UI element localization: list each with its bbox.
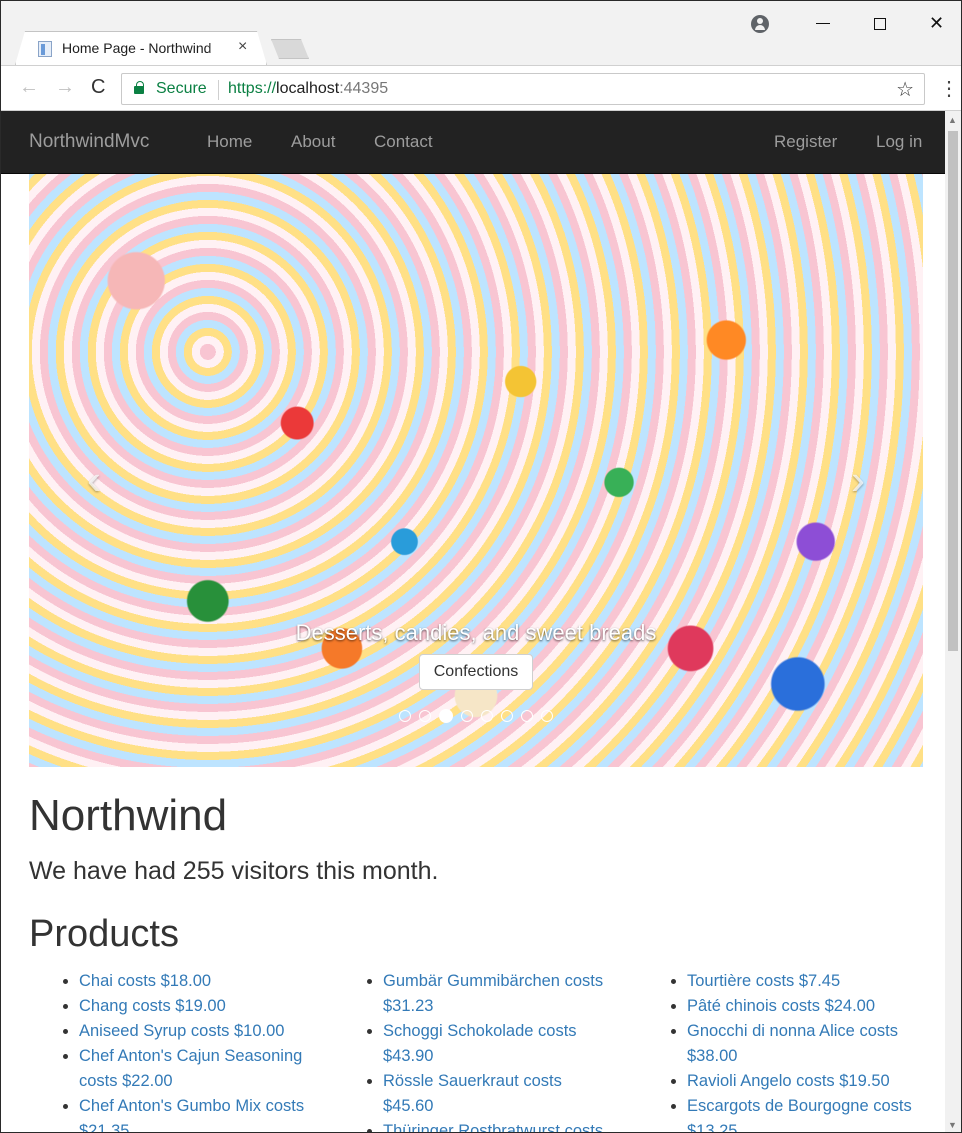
lock-icon	[134, 81, 144, 94]
list-item[interactable]: Chai costs $18.00	[79, 969, 309, 994]
forward-icon[interactable]: →	[55, 76, 75, 99]
scroll-down-icon[interactable]: ▼	[948, 1120, 957, 1130]
browser-toolbar: ← → C Secure https://localhost:44395 ☆ ⋮	[1, 65, 961, 111]
products-heading: Products	[29, 913, 179, 955]
carousel-caption: Desserts, candies, and sweet breads Conf…	[29, 620, 923, 690]
carousel-category-button[interactable]: Confections	[418, 654, 534, 690]
browser-menu-icon[interactable]: ⋮	[939, 76, 959, 101]
nav-register[interactable]: Register	[774, 132, 837, 152]
list-item[interactable]: Gnocchi di nonna Alice costs $38.00	[687, 1019, 917, 1069]
browser-window: Home Page - Northwind × ✕ ← → C Secure h…	[0, 0, 962, 1133]
nav-home[interactable]: Home	[207, 132, 252, 152]
window-close-icon[interactable]: ✕	[929, 13, 944, 34]
list-item[interactable]: Thüringer Rostbratwurst costs	[383, 1119, 613, 1132]
products-column-1: Chai costs $18.00 Chang costs $19.00 Ani…	[29, 969, 309, 1132]
list-item[interactable]: Aniseed Syrup costs $10.00	[79, 1019, 309, 1044]
carousel-indicator-dot[interactable]	[521, 710, 533, 722]
carousel-indicator-dot[interactable]	[541, 710, 553, 722]
secure-label: Secure	[156, 80, 207, 97]
title-bar: Home Page - Northwind × ✕	[1, 1, 961, 65]
carousel-indicator-dot[interactable]	[439, 709, 453, 723]
carousel-indicator-dot[interactable]	[481, 710, 493, 722]
carousel-indicator-dot[interactable]	[501, 710, 513, 722]
carousel-indicator-dot[interactable]	[399, 710, 411, 722]
products-column-2: Gumbär Gummibärchen costs $31.23 Schoggi…	[333, 969, 613, 1132]
new-tab-button[interactable]	[271, 39, 309, 59]
navbar-brand[interactable]: NorthwindMvc	[29, 131, 149, 153]
nav-login[interactable]: Log in	[876, 132, 922, 152]
carousel-prev-icon[interactable]: ‹	[87, 456, 101, 504]
list-item[interactable]: Schoggi Schokolade costs $43.90	[383, 1019, 613, 1069]
url-port: :44395	[339, 80, 389, 97]
minimize-icon[interactable]	[816, 23, 830, 24]
list-item[interactable]: Escargots de Bourgogne costs $13.25	[687, 1094, 917, 1132]
nav-contact[interactable]: Contact	[374, 132, 433, 152]
list-item[interactable]: Tourtière costs $7.45	[687, 969, 917, 994]
url-text[interactable]: https://localhost:44395	[228, 80, 388, 98]
carousel-indicator-dot[interactable]	[419, 710, 431, 722]
visitor-count-text: We have had 255 visitors this month.	[29, 857, 439, 885]
list-item[interactable]: Pâté chinois costs $24.00	[687, 994, 917, 1019]
url-host: localhost	[276, 80, 340, 97]
scroll-up-icon[interactable]: ▲	[948, 115, 957, 125]
list-item[interactable]: Ravioli Angelo costs $19.50	[687, 1069, 917, 1094]
list-item[interactable]: Chang costs $19.00	[79, 994, 309, 1019]
carousel-indicator-dot[interactable]	[461, 710, 473, 722]
list-item[interactable]: Chef Anton's Gumbo Mix costs $21.35	[79, 1094, 309, 1132]
list-item[interactable]: Rössle Sauerkraut costs $45.60	[383, 1069, 613, 1119]
list-item[interactable]: Chef Anton's Cajun Seasoning costs $22.0…	[79, 1044, 309, 1094]
bookmark-star-icon[interactable]: ☆	[896, 77, 914, 102]
page-title: Northwind	[29, 791, 228, 840]
category-carousel[interactable]: ‹ › Desserts, candies, and sweet breads …	[29, 174, 923, 767]
page-favicon-icon	[38, 41, 52, 57]
browser-tab[interactable]: Home Page - Northwind ×	[15, 31, 267, 65]
reload-icon[interactable]: C	[91, 76, 105, 99]
scrollbar-thumb[interactable]	[948, 131, 958, 651]
page-viewport: NorthwindMvc Home About Contact Register…	[1, 111, 945, 1132]
omnibox-divider	[218, 80, 219, 100]
tab-title: Home Page - Northwind	[62, 40, 212, 56]
carousel-next-icon[interactable]: ›	[851, 456, 865, 504]
list-item[interactable]: Gumbär Gummibärchen costs $31.23	[383, 969, 613, 1019]
maximize-icon[interactable]	[874, 18, 886, 30]
address-bar[interactable]: Secure https://localhost:44395 ☆	[121, 73, 925, 105]
site-navbar: NorthwindMvc Home About Contact Register…	[1, 111, 945, 174]
products-column-3: Tourtière costs $7.45 Pâté chinois costs…	[637, 969, 917, 1132]
profile-icon[interactable]	[751, 15, 769, 33]
page-scrollbar[interactable]: ▲ ▼	[945, 111, 961, 1132]
carousel-caption-text: Desserts, candies, and sweet breads	[295, 620, 657, 645]
url-scheme: https://	[228, 80, 277, 97]
nav-about[interactable]: About	[291, 132, 335, 152]
carousel-indicators	[29, 709, 923, 723]
back-icon[interactable]: ←	[19, 76, 39, 99]
tab-close-icon[interactable]: ×	[238, 38, 247, 56]
